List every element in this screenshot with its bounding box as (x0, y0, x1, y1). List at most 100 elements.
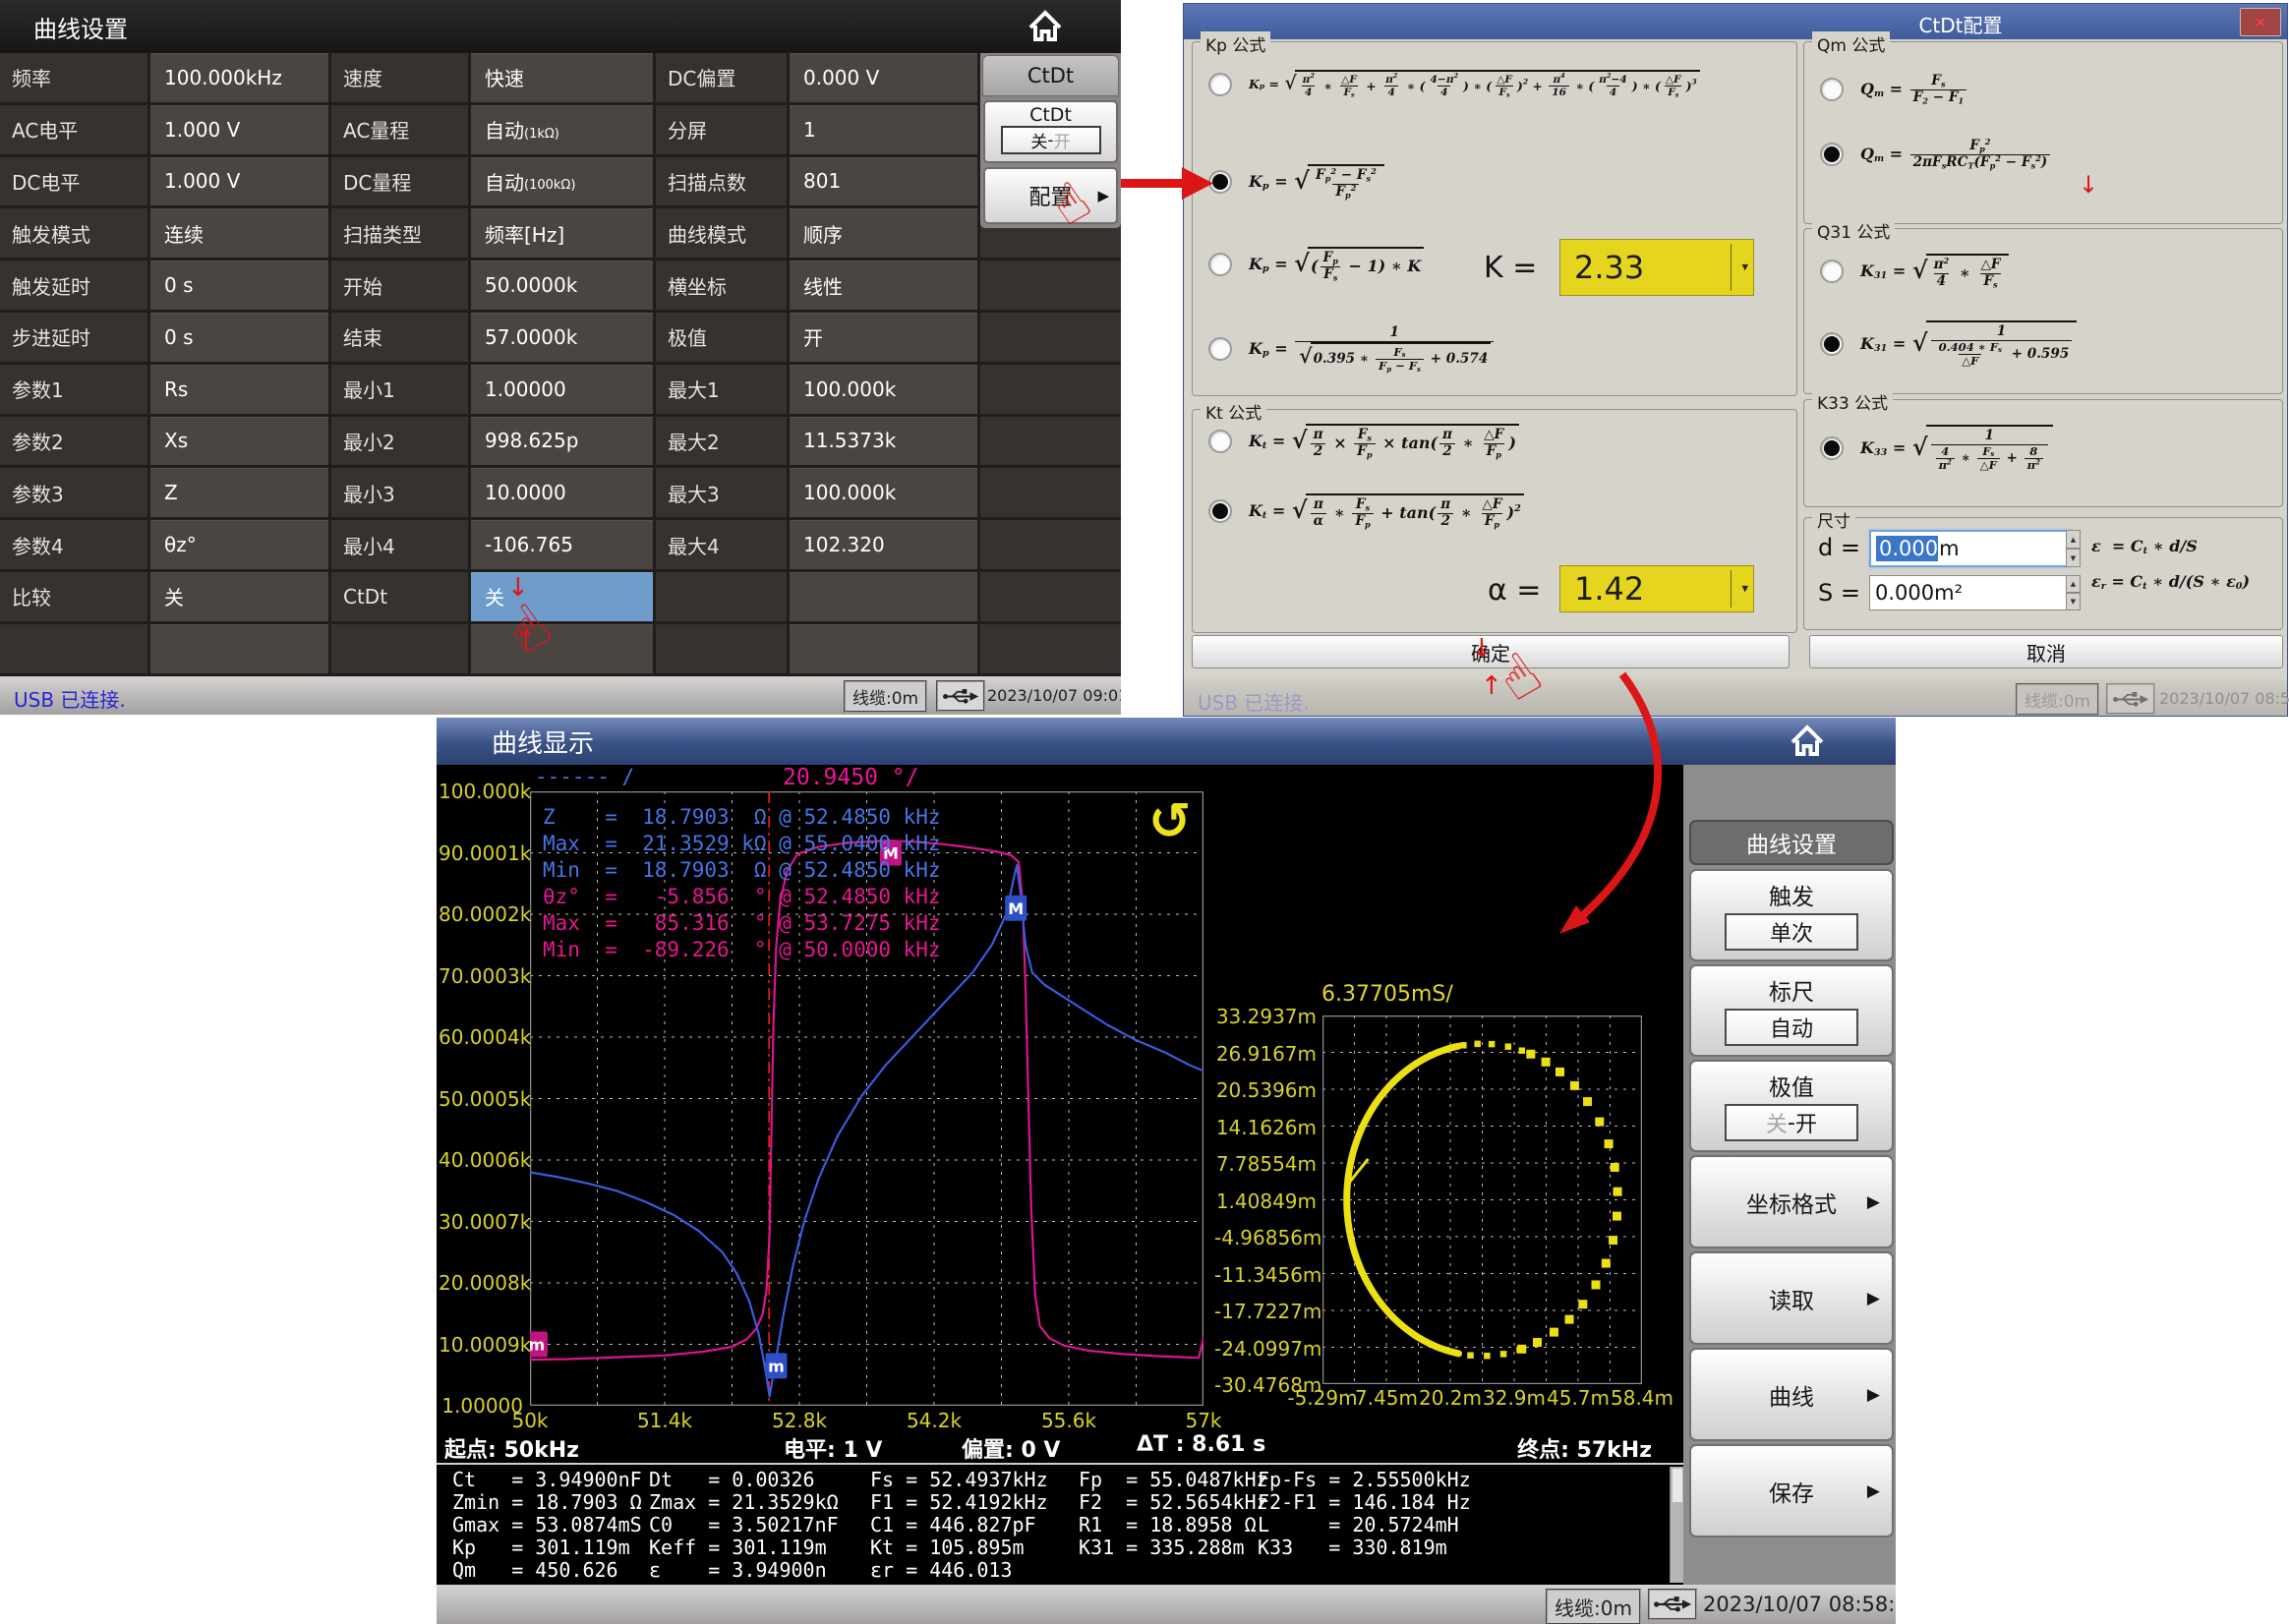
setting-value[interactable]: 0.000 V (787, 53, 980, 105)
setting-value[interactable] (787, 572, 980, 624)
setting-value[interactable] (468, 624, 656, 676)
setting-value[interactable]: 快速 (468, 53, 656, 105)
radio-selected[interactable] (1820, 436, 1844, 460)
setting-value[interactable]: Rs (147, 365, 331, 417)
setting-value[interactable]: 自动(100kΩ) (468, 157, 656, 209)
y-tick-label: -4.96856m (1214, 1226, 1317, 1249)
setting-value[interactable]: 102.320 (787, 520, 980, 572)
curve-button[interactable]: 曲线▶ (1689, 1348, 1894, 1441)
off-label: 关 (1030, 128, 1047, 152)
radio-selected[interactable] (1208, 170, 1232, 194)
radio-selected[interactable] (1820, 143, 1844, 166)
group-label: Kp 公式 (1201, 31, 1270, 56)
x-tick-label: 54.2k (907, 1409, 962, 1432)
chart-marker: m (530, 1332, 548, 1358)
setting-label: 参数3 (0, 468, 147, 520)
submenu-arrow-icon: ▶ (1867, 1289, 1880, 1308)
setting-value[interactable]: θz° (147, 520, 331, 572)
setting-value[interactable]: 100.000k (787, 468, 980, 520)
coord-format-button[interactable]: 坐标格式▶ (1689, 1155, 1894, 1248)
setting-value[interactable]: 1 (787, 105, 980, 157)
sweep-info: 起点: 50kHz (444, 1432, 579, 1464)
setting-value[interactable]: -106.765 (468, 520, 656, 572)
setting-value[interactable] (787, 624, 980, 676)
save-button[interactable]: 保存▶ (1689, 1444, 1894, 1537)
radio-unselected[interactable] (1820, 78, 1844, 101)
setting-value[interactable]: 50.0000k (468, 261, 656, 313)
setting-value[interactable]: 线性 (787, 261, 980, 313)
ok-button[interactable]: 确定 (1192, 635, 1790, 668)
setting-value[interactable]: 0 s (147, 313, 331, 365)
setting-value[interactable]: 开 (787, 313, 980, 365)
setting-value[interactable]: 998.625p (468, 417, 656, 469)
formula-option: K31 = √10.404 ∗ Fs△F + 0.595 (1820, 320, 2077, 368)
radio-unselected[interactable] (1208, 73, 1232, 96)
setting-value[interactable]: 100.000kHz (147, 53, 331, 105)
setting-label: 横坐标 (656, 261, 787, 313)
setting-value[interactable]: 11.5373k (787, 417, 980, 469)
setting-value[interactable]: 1.000 V (147, 157, 331, 209)
setting-value[interactable]: 1.00000 (468, 365, 656, 417)
setting-value[interactable]: 1.000 V (147, 105, 331, 157)
setting-label: 最小4 (331, 520, 468, 572)
setting-value[interactable]: 自动(1kΩ) (468, 105, 656, 157)
setting-label: 参数4 (0, 520, 147, 572)
trigger-toggle[interactable]: 触发单次 (1689, 869, 1894, 961)
setting-label: DC电平 (0, 157, 147, 209)
s-spinner[interactable]: ▲▼ (2066, 575, 2081, 610)
d-spinner[interactable]: ▲▼ (2066, 530, 2081, 567)
home-icon[interactable] (1025, 7, 1066, 46)
circle-chart-scale-label: 6.37705mS/ (1321, 982, 1453, 1007)
formula: Kp = 1√0.395 ∗ FsFp − Fs + 0.574 (1249, 325, 1496, 373)
s-value: 0.000m² (1875, 581, 1963, 605)
setting-value[interactable]: 57.0000k (468, 313, 656, 365)
cancel-button[interactable]: 取消 (1809, 635, 2283, 668)
ctdt-config-button[interactable]: 配置 ▶ (983, 167, 1118, 224)
k-coeff-dropdown[interactable]: 2.33 (1559, 239, 1754, 296)
close-icon[interactable]: ✕ (2240, 8, 2281, 36)
ruler-toggle[interactable]: 标尺自动 (1689, 964, 1894, 1057)
setting-value-ctdt[interactable]: 关 (468, 572, 656, 624)
extremum-toggle[interactable]: 极值关-开 (1689, 1060, 1894, 1152)
radio-unselected[interactable] (1820, 260, 1844, 283)
radio-unselected[interactable] (1208, 337, 1232, 361)
setting-value[interactable]: 801 (787, 157, 980, 209)
setting-value[interactable]: 顺序 (787, 208, 980, 261)
cursor-readout-line: θz° = -5.856 ° @ 52.4850 kHz (543, 884, 941, 910)
radio-selected[interactable] (1820, 332, 1844, 356)
formula-option: Kp = √(FpFs − 1) ∗ K (1208, 247, 1424, 282)
cursor-readout-line: Min = -89.226 ° @ 50.0000 kHz (543, 937, 941, 963)
svg-text:m: m (768, 1357, 785, 1375)
setting-label: 触发延时 (0, 261, 147, 313)
y-tick-label: 1.40849m (1214, 1189, 1317, 1213)
setting-value[interactable]: 100.000k (787, 365, 980, 417)
svg-text:M: M (1008, 899, 1024, 918)
group-label: Q31 公式 (1812, 218, 1895, 243)
ctdt-toggle-button[interactable]: CtDt 关-开 (983, 100, 1118, 163)
results-scrollbar[interactable] (1670, 1467, 1684, 1583)
curve-settings-header-button[interactable]: 曲线设置 (1689, 820, 1894, 865)
setting-label: CtDt (331, 572, 468, 624)
home-icon[interactable] (1788, 722, 1827, 761)
read-button[interactable]: 读取▶ (1689, 1251, 1894, 1345)
usb-icon (1648, 1589, 1697, 1620)
setting-value[interactable]: 0 s (147, 261, 331, 313)
setting-label: 最小2 (331, 417, 468, 469)
setting-label: 开始 (331, 261, 468, 313)
setting-value[interactable]: Z (147, 468, 331, 520)
setting-value[interactable]: 频率[Hz] (468, 208, 656, 261)
alpha-coeff-dropdown[interactable]: 1.42 (1559, 565, 1754, 612)
radio-selected[interactable] (1208, 499, 1232, 523)
radio-unselected[interactable] (1208, 253, 1232, 276)
d-input[interactable]: 0.000m (1869, 530, 2071, 567)
setting-value[interactable]: 关 (147, 572, 331, 624)
setting-value[interactable]: 10.0000 (468, 468, 656, 520)
radio-unselected[interactable] (1208, 430, 1232, 453)
ctdt-toggle-label: CtDt (985, 104, 1116, 126)
y-tick-label: 20.5396m (1214, 1078, 1317, 1102)
s-input[interactable]: 0.000m² (1869, 575, 2069, 610)
setting-value[interactable]: Xs (147, 417, 331, 469)
setting-value[interactable]: 连续 (147, 208, 331, 261)
setting-value[interactable] (147, 624, 331, 676)
y-tick-label: 90.0001k (439, 841, 523, 865)
